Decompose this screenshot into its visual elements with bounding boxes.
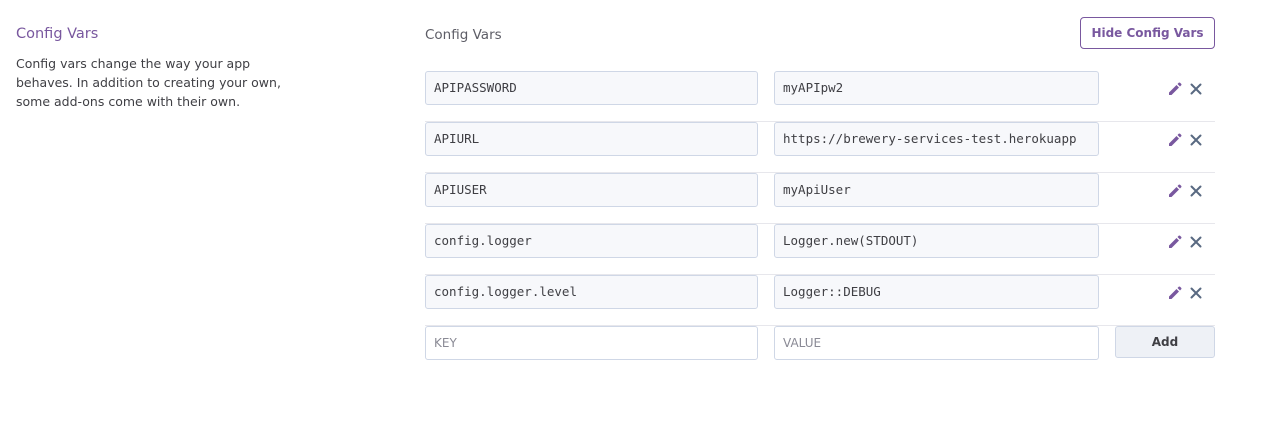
pencil-icon[interactable] bbox=[1165, 79, 1185, 99]
config-var-row: APIURL https://brewery-services-test.her… bbox=[425, 122, 1215, 173]
close-icon[interactable] bbox=[1186, 283, 1206, 303]
config-var-key[interactable]: config.logger.level bbox=[425, 275, 758, 309]
row-actions bbox=[1165, 283, 1215, 303]
config-var-key[interactable]: APIUSER bbox=[425, 173, 758, 207]
config-vars-panel: Config Vars Hide Config Vars APIPASSWORD… bbox=[425, 17, 1215, 377]
config-vars-page: Config Vars Config vars change the way y… bbox=[0, 0, 1279, 421]
new-key-input[interactable] bbox=[425, 326, 758, 360]
row-actions bbox=[1165, 79, 1215, 99]
config-var-key[interactable]: APIURL bbox=[425, 122, 758, 156]
config-var-key[interactable]: APIPASSWORD bbox=[425, 71, 758, 105]
info-title: Config Vars bbox=[16, 26, 99, 42]
hide-config-vars-button[interactable]: Hide Config Vars bbox=[1080, 17, 1215, 49]
config-var-row: APIPASSWORD myAPIpw2 bbox=[425, 71, 1215, 122]
add-config-var-button[interactable]: Add bbox=[1115, 326, 1215, 358]
config-vars-info: Config Vars Config vars change the way y… bbox=[16, 24, 306, 111]
config-var-value[interactable]: myAPIpw2 bbox=[774, 71, 1099, 105]
new-value-input[interactable] bbox=[774, 326, 1099, 360]
config-var-value[interactable]: Logger.new(STDOUT) bbox=[774, 224, 1099, 258]
config-var-key[interactable]: config.logger bbox=[425, 224, 758, 258]
close-icon[interactable] bbox=[1186, 79, 1206, 99]
row-actions bbox=[1165, 232, 1215, 252]
config-var-row: config.logger Logger.new(STDOUT) bbox=[425, 224, 1215, 275]
pencil-icon[interactable] bbox=[1165, 130, 1185, 150]
close-icon[interactable] bbox=[1186, 181, 1206, 201]
close-icon[interactable] bbox=[1186, 130, 1206, 150]
info-description: Config vars change the way your app beha… bbox=[16, 56, 281, 109]
pencil-icon[interactable] bbox=[1165, 283, 1185, 303]
config-var-row: config.logger.level Logger::DEBUG bbox=[425, 275, 1215, 326]
config-var-value[interactable]: myApiUser bbox=[774, 173, 1099, 207]
new-config-var-row: Add bbox=[425, 326, 1215, 377]
panel-header: Config Vars Hide Config Vars bbox=[425, 17, 1215, 71]
close-icon[interactable] bbox=[1186, 232, 1206, 252]
row-actions bbox=[1165, 130, 1215, 150]
config-var-row: APIUSER myApiUser bbox=[425, 173, 1215, 224]
config-var-value[interactable]: Logger::DEBUG bbox=[774, 275, 1099, 309]
panel-title: Config Vars bbox=[425, 27, 502, 43]
pencil-icon[interactable] bbox=[1165, 232, 1185, 252]
row-actions bbox=[1165, 181, 1215, 201]
pencil-icon[interactable] bbox=[1165, 181, 1185, 201]
config-var-value[interactable]: https://brewery-services-test.herokuapp bbox=[774, 122, 1099, 156]
